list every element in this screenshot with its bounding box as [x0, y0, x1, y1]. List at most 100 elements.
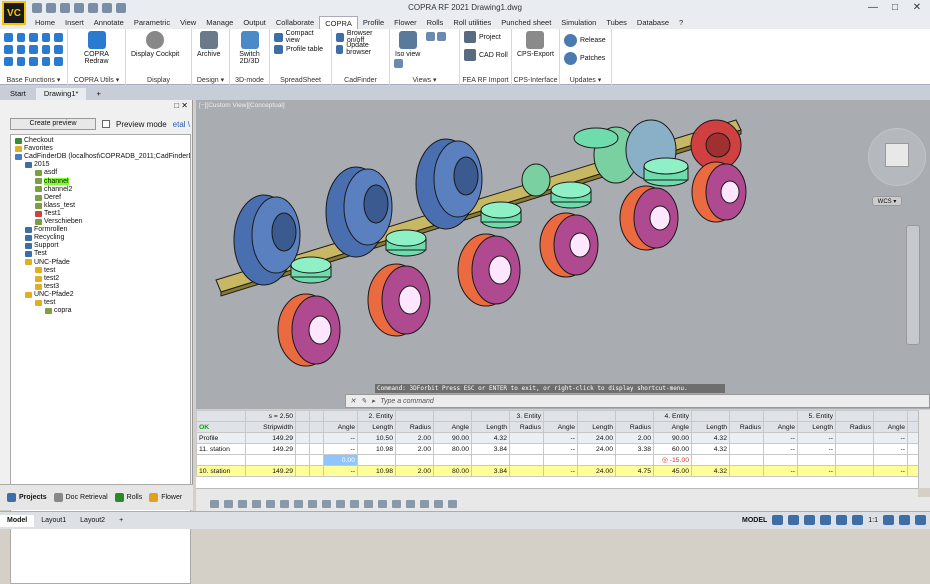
table-cell[interactable] — [395, 454, 434, 466]
drawing-viewport[interactable]: [−][Custom View][Conceptual] WCS ▾ — [196, 100, 930, 409]
grid-vertical-scrollbar[interactable] — [918, 410, 930, 488]
copra-redraw-button[interactable]: COPRA Redraw — [73, 31, 120, 65]
table-cell[interactable] — [309, 465, 324, 477]
tool-icon[interactable] — [224, 500, 233, 508]
gear-icon[interactable] — [883, 515, 894, 525]
create-preview-button[interactable]: Create preview — [10, 118, 96, 130]
ribbon-tab-manage[interactable]: Manage — [201, 16, 238, 29]
grid-horizontal-scrollbar[interactable] — [196, 488, 918, 497]
table-cell[interactable]: 31.50 — [907, 432, 918, 444]
table-cell[interactable]: -- — [763, 443, 798, 455]
table-cell[interactable] — [835, 465, 874, 477]
wcs-menu[interactable]: WCS ▾ — [872, 196, 902, 206]
table-cell[interactable] — [309, 432, 324, 444]
tree-node[interactable]: channel2 — [35, 186, 72, 194]
table-cell[interactable]: Radius — [615, 421, 654, 433]
tree-node[interactable]: Favorites — [15, 145, 53, 153]
arrow-icon[interactable] — [29, 32, 38, 42]
table-cell[interactable]: 10.98 — [357, 443, 396, 455]
ribbon-tab-database[interactable]: Database — [632, 16, 674, 29]
command-input[interactable]: Type a command — [380, 398, 434, 405]
arrow-icon[interactable] — [29, 44, 38, 54]
ribbon-tab-flower[interactable]: Flower — [389, 16, 422, 29]
table-cell[interactable]: -- — [763, 465, 798, 477]
table-cell[interactable] — [395, 410, 434, 422]
table-cell[interactable]: 5. Entity — [797, 410, 836, 422]
table-cell[interactable]: 4.32 — [691, 432, 730, 444]
table-cell[interactable] — [729, 410, 764, 422]
arrow-icon[interactable] — [41, 44, 51, 54]
table-cell[interactable]: ◎ -15.00 — [653, 454, 692, 466]
table-cell[interactable]: -- — [873, 465, 908, 477]
table-cell[interactable]: -- — [797, 432, 836, 444]
table-cell[interactable]: 3. Entity — [509, 410, 544, 422]
table-cell[interactable]: 10. station — [196, 465, 246, 477]
table-cell[interactable]: Stripwidth — [245, 421, 296, 433]
table-cell[interactable] — [509, 443, 544, 455]
table-cell[interactable]: -- — [323, 465, 358, 477]
table-cell[interactable]: Length — [797, 421, 836, 433]
table-cell[interactable] — [471, 454, 510, 466]
project-button[interactable]: Project — [463, 31, 508, 43]
table-cell[interactable] — [196, 410, 246, 422]
table-cell[interactable]: 4.32 — [691, 465, 730, 477]
table-cell[interactable]: -- — [543, 465, 578, 477]
table-cell[interactable] — [295, 454, 310, 466]
tree-node[interactable]: Support — [25, 242, 59, 250]
table-cell[interactable]: 4.32 — [691, 443, 730, 455]
table-cell[interactable]: 31.50 — [907, 465, 918, 477]
table-cell[interactable] — [245, 454, 296, 466]
table-cell[interactable]: 24.00 — [577, 432, 616, 444]
arrow-icon[interactable] — [54, 44, 63, 54]
table-cell[interactable]: -- — [323, 443, 358, 455]
ribbon-tab-view[interactable]: View — [175, 16, 201, 29]
tool-icon[interactable] — [448, 500, 457, 508]
table-cell[interactable] — [543, 454, 578, 466]
table-cell[interactable] — [835, 432, 874, 444]
table-cell[interactable] — [729, 443, 764, 455]
tab-rolls[interactable]: Rolls — [114, 492, 142, 503]
table-cell[interactable] — [797, 454, 836, 466]
plus-icon[interactable] — [899, 515, 910, 525]
tab-projects[interactable]: Projects — [6, 492, 47, 503]
group-label[interactable]: COPRA Utils ▾ — [68, 76, 125, 84]
table-cell[interactable] — [577, 454, 616, 466]
tree-node[interactable]: Checkout — [15, 137, 54, 145]
table-cell[interactable]: -- — [543, 432, 578, 444]
table-cell[interactable]: 24.00 — [577, 443, 616, 455]
tree-node[interactable]: klass_test — [35, 202, 75, 210]
table-cell[interactable]: 10.50 — [357, 432, 396, 444]
table-cell[interactable] — [543, 410, 578, 422]
iso-view-button[interactable]: Iso view — [395, 31, 420, 58]
grid-icon[interactable] — [772, 515, 784, 525]
tool-icon[interactable] — [280, 500, 289, 508]
tab-new[interactable]: + — [88, 88, 108, 100]
annotation-icon[interactable] — [852, 515, 864, 525]
table-cell[interactable]: 80.00 — [433, 465, 472, 477]
table-cell[interactable] — [763, 410, 798, 422]
ribbon-tab-rolls[interactable]: Rolls — [422, 16, 449, 29]
ribbon-tab-collaborate[interactable]: Collaborate — [271, 16, 319, 29]
tree-node[interactable]: Test1 — [35, 210, 61, 218]
tool-icon[interactable] — [308, 500, 317, 508]
switch-2d-3d-button[interactable]: Switch 2D/3D — [235, 31, 264, 65]
table-cell[interactable] — [873, 410, 908, 422]
table-cell[interactable]: -- — [873, 443, 908, 455]
group-label[interactable]: Views ▾ — [390, 76, 459, 84]
table-cell[interactable]: 4. Entity — [653, 410, 692, 422]
close-icon[interactable]: ✕ — [350, 397, 356, 405]
table-cell[interactable]: -- — [797, 465, 836, 477]
table-cell[interactable] — [433, 454, 472, 466]
cps-export-button[interactable]: CPS-Export — [517, 31, 554, 58]
table-cell[interactable]: Angle — [763, 421, 798, 433]
compact-view-button[interactable]: Compact view — [273, 30, 328, 44]
group-label[interactable]: Design ▾ — [192, 76, 229, 84]
table-cell[interactable]: s = 2.50 — [245, 410, 296, 422]
table-cell[interactable] — [309, 454, 324, 466]
release-button[interactable]: Release — [563, 31, 608, 49]
table-cell[interactable]: 80.00 — [433, 443, 472, 455]
tool-icon[interactable] — [266, 500, 275, 508]
cad-roll-button[interactable]: CAD Roll — [463, 49, 508, 61]
table-cell[interactable] — [577, 410, 616, 422]
table-cell[interactable] — [309, 443, 324, 455]
